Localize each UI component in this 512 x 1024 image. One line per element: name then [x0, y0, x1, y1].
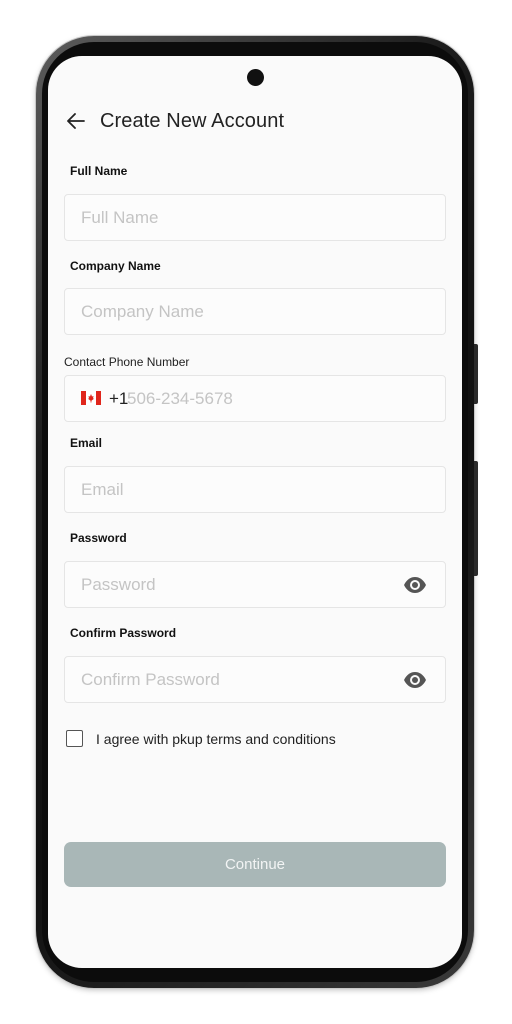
- company-name-input[interactable]: [81, 289, 381, 334]
- app-screen: Create New Account Full Name Company Nam…: [48, 56, 462, 968]
- phone-input[interactable]: [127, 376, 377, 421]
- page-title: Create New Account: [100, 109, 285, 132]
- phone-field: +1: [64, 375, 446, 422]
- confirm-password-input[interactable]: [81, 657, 381, 702]
- phone-label: Contact Phone Number: [64, 355, 190, 369]
- email-field: [64, 466, 446, 513]
- company-name-label: Company Name: [70, 259, 161, 273]
- header: Create New Account: [66, 106, 284, 136]
- password-field: [64, 561, 446, 608]
- confirm-password-label: Confirm Password: [70, 626, 177, 640]
- password-visibility-eye-icon[interactable]: [403, 575, 427, 595]
- back-arrow-icon[interactable]: [66, 111, 86, 131]
- confirm-password-field: [64, 656, 446, 703]
- volume-button: [474, 344, 478, 404]
- terms-row: I agree with pkup terms and conditions: [66, 730, 336, 747]
- canada-flag-icon[interactable]: [81, 391, 101, 405]
- confirm-password-visibility-eye-icon[interactable]: [403, 670, 427, 690]
- front-camera: [247, 69, 264, 86]
- password-label: Password: [70, 531, 127, 545]
- email-label: Email: [70, 436, 103, 450]
- terms-label[interactable]: I agree with pkup terms and conditions: [96, 731, 336, 747]
- company-name-field: [64, 288, 446, 335]
- full-name-label: Full Name: [70, 164, 128, 178]
- terms-checkbox[interactable]: [66, 730, 83, 747]
- full-name-field: [64, 194, 446, 241]
- country-code[interactable]: +1: [109, 389, 128, 409]
- password-input[interactable]: [81, 562, 381, 607]
- full-name-input[interactable]: [81, 195, 381, 240]
- power-button: [474, 461, 478, 576]
- continue-button[interactable]: Continue: [64, 842, 446, 887]
- email-input[interactable]: [81, 467, 381, 512]
